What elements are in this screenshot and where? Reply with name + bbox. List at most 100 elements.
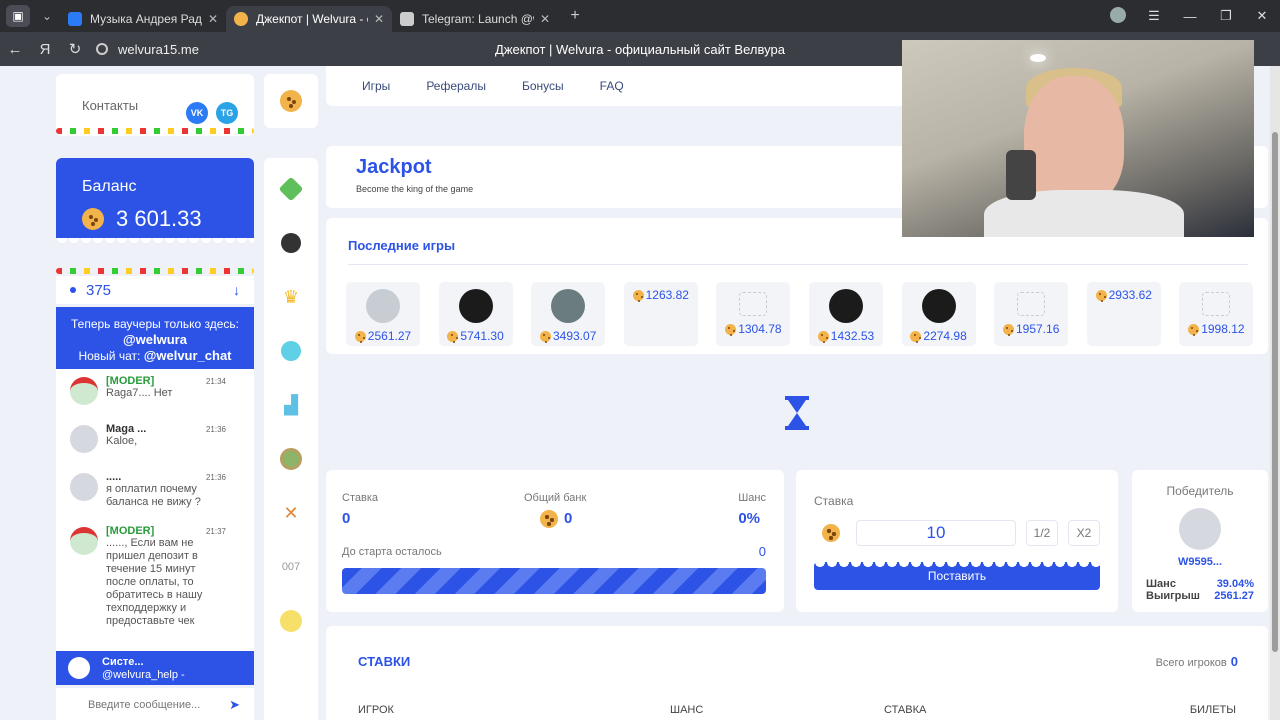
recent-game-item[interactable]: 2561.27 xyxy=(346,282,420,346)
cookie-coin-icon xyxy=(632,289,644,301)
online-counter[interactable]: 375 ↓ xyxy=(56,276,254,304)
online-count: 375 xyxy=(86,281,112,299)
tab-list-dropdown-icon[interactable]: ⌄ xyxy=(34,5,60,27)
recent-game-amount-text: 1432.53 xyxy=(830,329,875,343)
send-icon[interactable]: ➤ xyxy=(229,697,240,713)
cookie-coin-icon xyxy=(82,208,104,230)
countdown-progress-bar xyxy=(342,568,766,594)
page-scrollbar[interactable] xyxy=(1270,66,1280,720)
close-window-icon[interactable]: ✕ xyxy=(1244,8,1280,24)
promo-handle1[interactable]: @welwura xyxy=(123,332,187,347)
avatar xyxy=(70,377,98,405)
nav-games[interactable]: Игры xyxy=(362,79,390,93)
chat-input-placeholder: Введите сообщение... xyxy=(88,699,201,711)
nav-referrals[interactable]: Рефералы xyxy=(426,79,486,93)
browser-menu-icon[interactable]: ▣ xyxy=(6,5,30,27)
round-stats-card: Ставка 0 Общий банк 0 Шанс 0% До старта … xyxy=(326,470,784,612)
chat-input-field[interactable]: Введите сообщение... ➤ xyxy=(56,688,254,720)
telegram-icon[interactable]: TG xyxy=(216,102,238,124)
chat-time: 21:37 xyxy=(205,527,226,536)
penguin-avatar-icon xyxy=(68,657,90,679)
arrow-down-icon[interactable]: ↓ xyxy=(233,282,240,298)
winner-chance-value: 39.04% xyxy=(1216,578,1254,590)
bets-table: СТАВКИ Всего игроков 0 ИГРОК ШАНС СТАВКА … xyxy=(326,626,1268,720)
winner-chance-label: Шанс xyxy=(1146,578,1176,590)
bubbles-game-icon[interactable] xyxy=(278,338,304,364)
nav-bonuses[interactable]: Бонусы xyxy=(522,79,564,93)
bomb-game-icon[interactable] xyxy=(278,230,304,256)
recent-game-amount: 5741.30 xyxy=(439,329,513,343)
tab-close-icon[interactable]: ✕ xyxy=(374,12,384,26)
bet-amount-input[interactable]: 10 xyxy=(856,520,1016,546)
ceiling-lamp xyxy=(1030,54,1046,62)
recent-game-item[interactable]: 1432.53 xyxy=(809,282,883,346)
tab-title: Музыка Андрея Рад xyxy=(90,12,202,26)
minimize-icon[interactable]: — xyxy=(1172,9,1208,24)
recent-game-item[interactable]: 2274.98 xyxy=(901,282,976,346)
recent-game-amount: 1957.16 xyxy=(994,322,1068,336)
new-tab-button[interactable]: + xyxy=(564,5,586,27)
cookie-logo-button[interactable] xyxy=(264,74,318,128)
slots-game-icon[interactable]: 007 xyxy=(278,554,304,580)
promo-handle2[interactable]: @welvur_chat xyxy=(144,348,232,363)
recent-game-item[interactable]: 5741.30 xyxy=(438,282,513,346)
chat-time: 21:36 xyxy=(205,425,226,434)
profile-avatar-icon[interactable] xyxy=(1100,6,1136,26)
chat-text: Kaloe, xyxy=(106,435,138,447)
site-info-icon[interactable] xyxy=(96,43,108,55)
recent-game-item[interactable]: 2933.62 xyxy=(1086,282,1161,346)
menu-icon[interactable]: ☰ xyxy=(1136,8,1172,24)
cookie-coin-icon xyxy=(910,330,922,342)
yandex-icon[interactable]: Я xyxy=(30,41,60,58)
browser-tab-jackpot[interactable]: Джекпот | Welvura - оф ✕ xyxy=(226,6,392,32)
cookie-coin-icon xyxy=(1002,323,1014,335)
recent-game-item[interactable]: 1998.12 xyxy=(1179,282,1254,346)
chat-panel[interactable]: [MODER] Raga7.... Нет 21:34 Maga ... Kal… xyxy=(56,369,254,651)
tab-close-icon[interactable]: ✕ xyxy=(208,12,218,26)
coin-game-icon[interactable] xyxy=(278,608,304,634)
promo-banner: Теперь ваучеры только здесь: @welwura Но… xyxy=(56,307,254,369)
url-field[interactable]: welvura15.me xyxy=(96,42,199,57)
browser-tab-telegram[interactable]: Telegram: Launch @welvu ✕ xyxy=(392,6,558,32)
page-favicon-icon xyxy=(400,12,414,26)
chat-author: ..... xyxy=(106,471,122,483)
tab-close-icon[interactable]: ✕ xyxy=(540,12,550,26)
cookie-coin-icon xyxy=(822,524,840,542)
system-author: Систе... xyxy=(102,656,144,668)
recent-game-item[interactable]: 1957.16 xyxy=(994,282,1069,346)
swords-game-icon[interactable]: ✕ xyxy=(278,500,304,526)
vk-icon[interactable]: VK xyxy=(186,102,208,124)
winner-name[interactable]: W9595... xyxy=(1132,556,1268,568)
maximize-icon[interactable]: ❐ xyxy=(1208,8,1244,24)
place-bet-button[interactable]: Поставить xyxy=(814,562,1100,590)
winner-win-value: 2561.27 xyxy=(1214,590,1254,602)
half-bet-button[interactable]: 1/2 xyxy=(1026,520,1058,546)
nav-faq[interactable]: FAQ xyxy=(600,79,624,93)
reload-icon[interactable]: ↻ xyxy=(60,40,90,58)
contacts-card: Контакты VK TG xyxy=(56,74,254,136)
recent-game-amount: 2561.27 xyxy=(346,329,420,343)
stairs-game-icon[interactable]: ▟ xyxy=(278,392,304,418)
dice-game-icon[interactable] xyxy=(278,176,304,202)
double-bet-button[interactable]: X2 xyxy=(1068,520,1100,546)
cookie-coin-icon xyxy=(354,330,366,342)
column-header-chance: ШАНС xyxy=(670,704,704,716)
youtube-favicon-icon xyxy=(68,12,82,26)
browser-tab-music[interactable]: Музыка Андрея Рад ✕ xyxy=(60,6,226,32)
scrollbar-thumb[interactable] xyxy=(1272,132,1278,652)
wheel-game-icon[interactable] xyxy=(278,446,304,472)
recent-game-item[interactable]: 1304.78 xyxy=(716,282,791,346)
promo-line1: Теперь ваучеры только здесь: xyxy=(70,317,240,331)
game-icons-panel: ♛ ▟ ✕ 007 xyxy=(264,158,318,720)
bank-value: 0 xyxy=(564,510,573,527)
system-text[interactable]: @welvura_help - xyxy=(102,669,254,682)
balance-label: Баланс xyxy=(82,178,137,195)
back-icon[interactable]: ← xyxy=(0,41,30,58)
crown-game-icon[interactable]: ♛ xyxy=(278,284,304,310)
winner-title: Победитель xyxy=(1166,484,1234,498)
countdown-label: До старта осталось xyxy=(342,546,442,558)
garland-decoration xyxy=(56,268,254,274)
recent-game-item[interactable]: 1263.82 xyxy=(623,282,698,346)
recent-game-item[interactable]: 3493.07 xyxy=(531,282,606,346)
promo-line2: Новый чат: xyxy=(78,349,141,363)
